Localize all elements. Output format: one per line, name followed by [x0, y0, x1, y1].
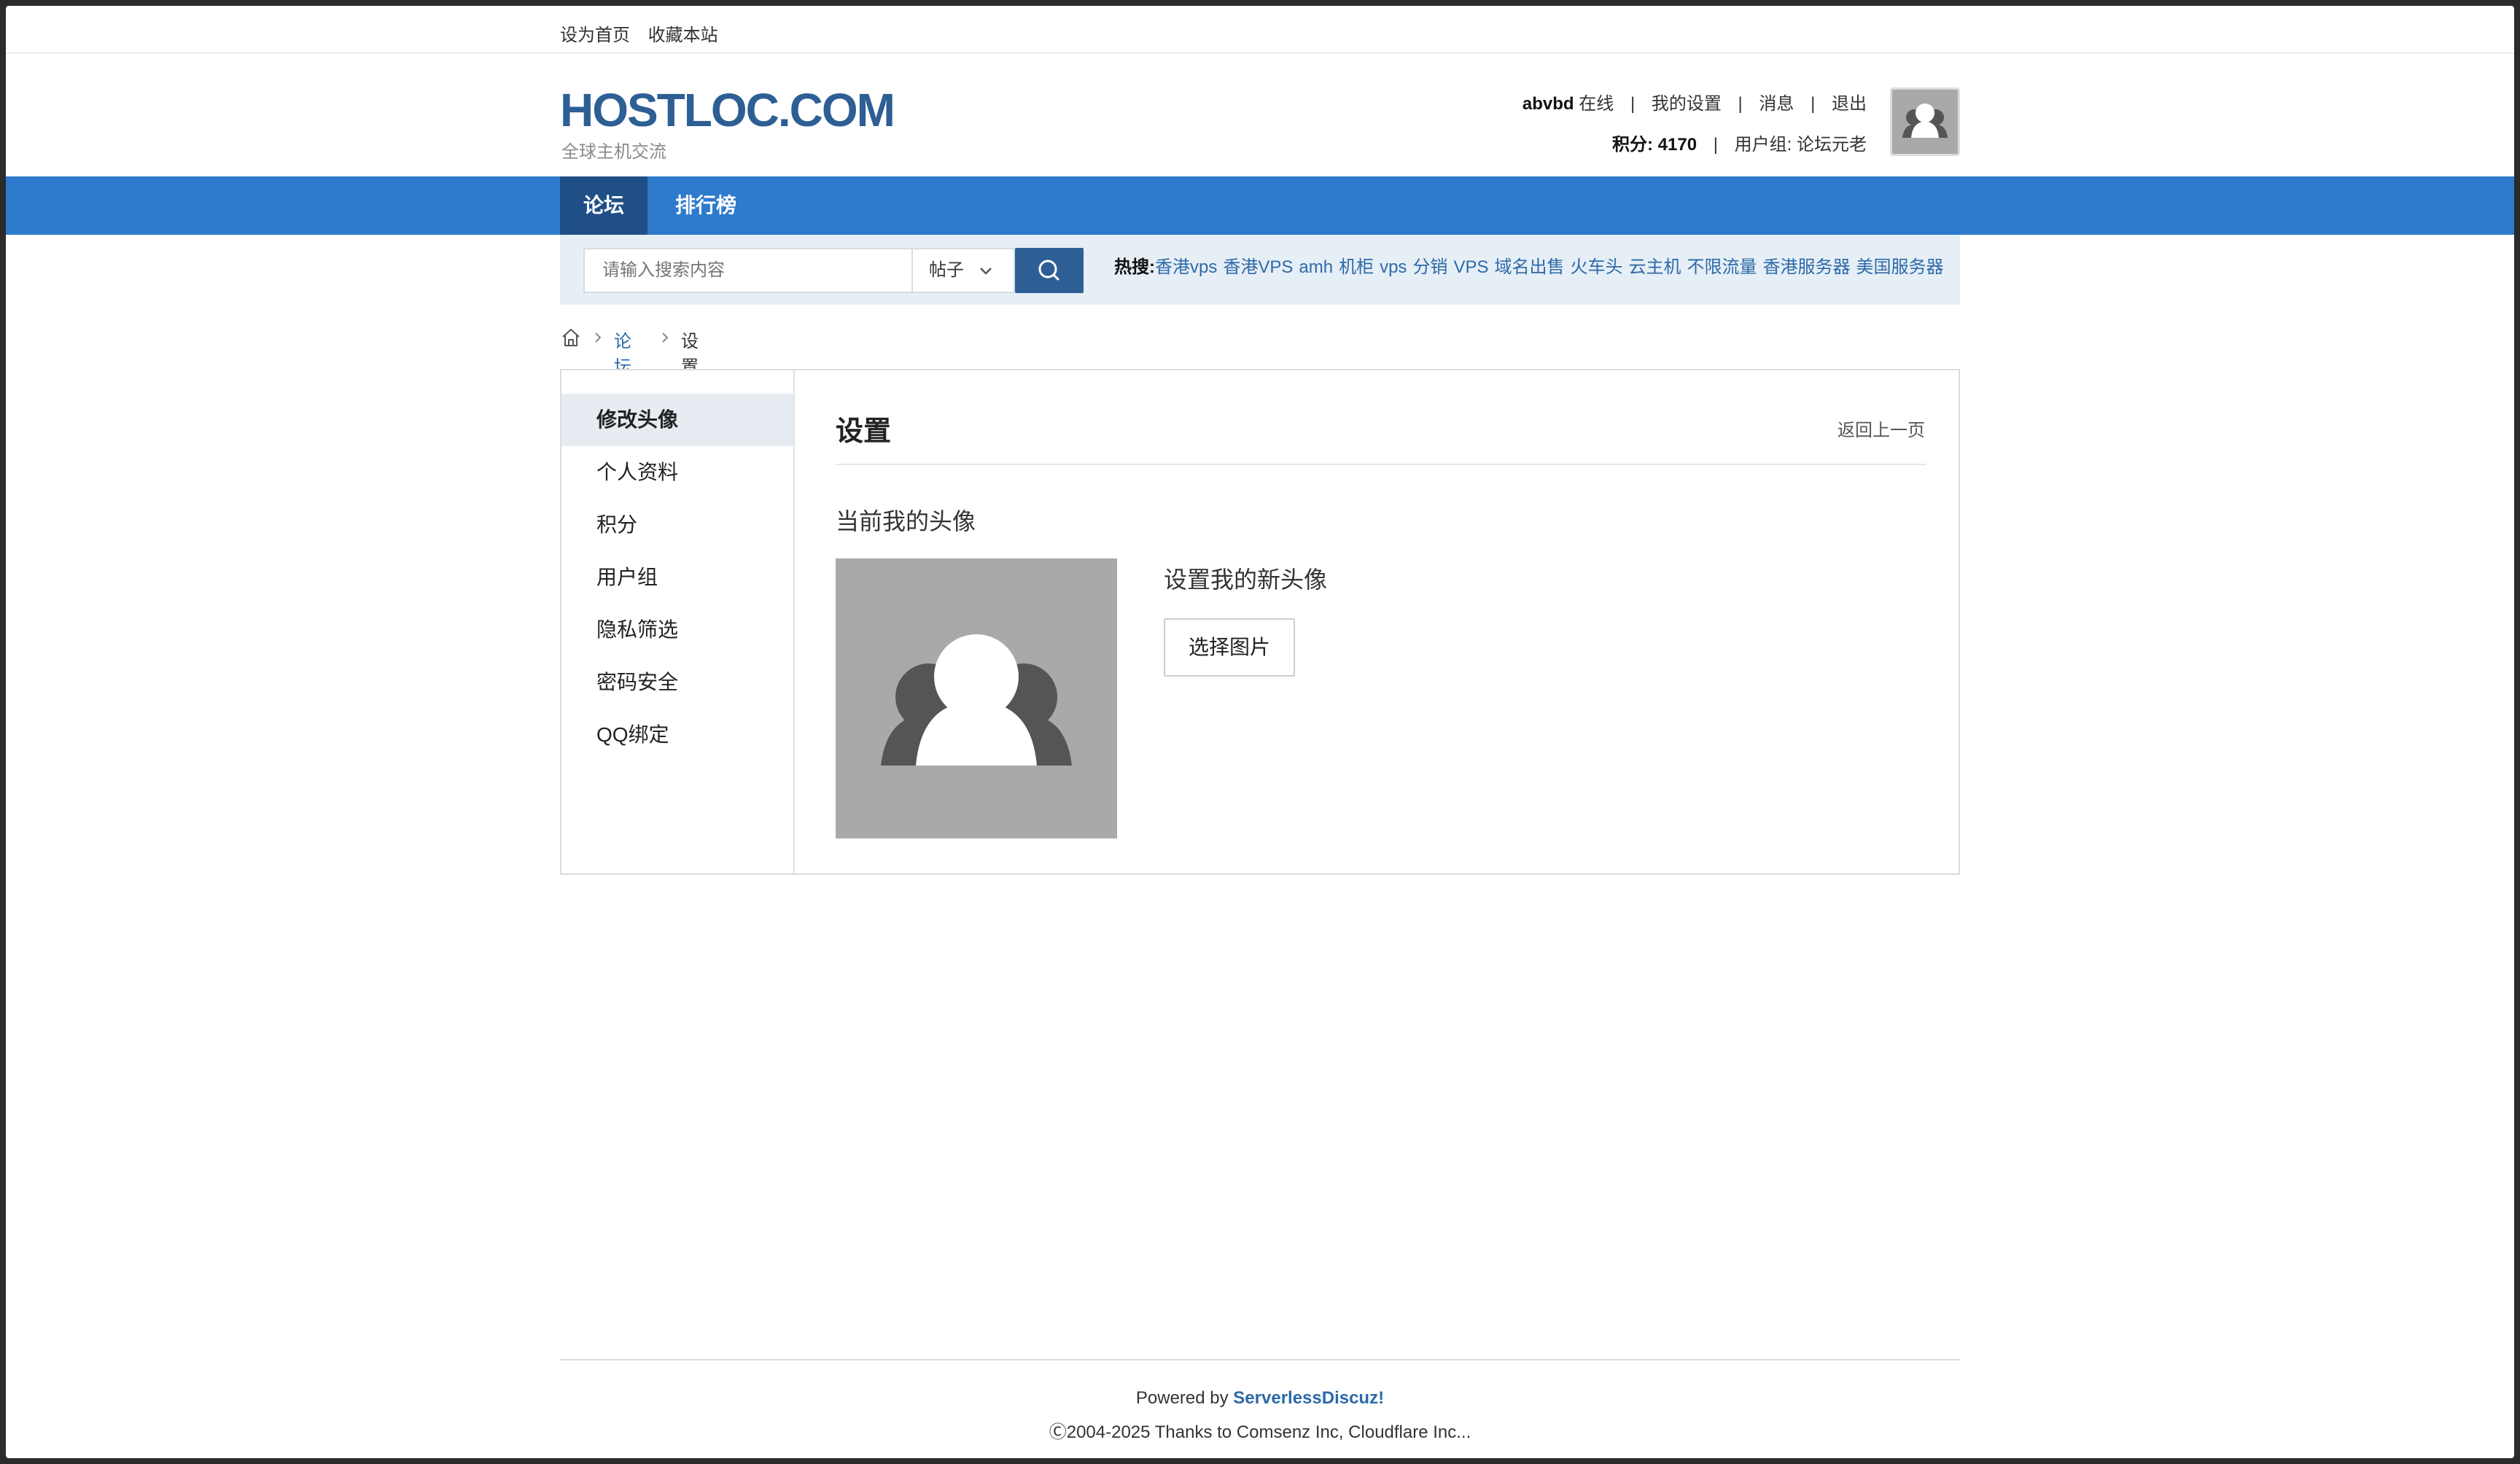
messages-link[interactable]: 消息 [1759, 94, 1794, 114]
set-home-link[interactable]: 设为首页 [560, 26, 630, 45]
user-stats: 积分: 4170 | 用户组: 论坛元老 [1612, 130, 1867, 155]
sidebar-item-profile[interactable]: 个人资料 [561, 446, 793, 499]
current-avatar-image [836, 558, 1117, 838]
search-button[interactable] [1015, 248, 1084, 293]
site-header: HOSTLOC.COM 全球主机交流 abvbd 在线 | 我的设置 | 消息 … [6, 55, 2514, 175]
separator: | [1630, 94, 1636, 114]
hot-search-label: 热搜: [1114, 257, 1155, 277]
user-avatar-icon [881, 634, 1072, 766]
hot-word[interactable]: 香港vps [1155, 257, 1217, 277]
separator: | [1738, 94, 1743, 114]
powered-prefix: Powered by [1135, 1388, 1234, 1408]
divider [836, 464, 1926, 465]
nav-item-forum[interactable]: 论坛 [560, 176, 648, 235]
hot-word[interactable]: 云主机 [1628, 257, 1681, 277]
back-link[interactable]: 返回上一页 [1838, 416, 1925, 441]
hot-word[interactable]: 不限流量 [1687, 257, 1757, 277]
search-bar: 帖子 热搜:香港vps 香港VPS amh 机柜 vps分销 VPS 域名出售火车头云主机不… [560, 235, 1960, 305]
usergroup-info[interactable]: 用户组: 论坛元老 [1735, 135, 1867, 155]
search-input[interactable] [583, 248, 911, 293]
site-logo[interactable]: HOSTLOC.COM [560, 83, 895, 137]
hot-word[interactable]: 机柜 [1339, 257, 1374, 277]
main-nav: 论坛 排行榜 [6, 176, 2514, 235]
hot-word[interactable]: 火车头 [1570, 257, 1622, 277]
points-info[interactable]: 积分: 4170 [1612, 135, 1697, 155]
footer-copyright: Ⓒ2004-2025 Thanks to Comsenz Inc, Cloudf… [1049, 1422, 1471, 1442]
hot-word[interactable]: 香港VPS [1223, 257, 1293, 277]
user-avatar-icon [1902, 104, 1948, 138]
sidebar-item-password[interactable]: 密码安全 [561, 656, 793, 709]
footer-powered: Powered by ServerlessDiscuz! [6, 1388, 2514, 1409]
search-type-select[interactable]: 帖子 [911, 248, 1015, 293]
site-slogan: 全球主机交流 [561, 142, 666, 162]
bookmark-link[interactable]: 收藏本站 [648, 26, 718, 45]
logout-link[interactable]: 退出 [1832, 94, 1867, 114]
hot-word[interactable]: 分销 [1412, 257, 1447, 277]
hot-word[interactable]: 域名出售 [1494, 257, 1564, 277]
chevron-right-icon [662, 332, 669, 343]
separator: | [1713, 135, 1718, 155]
sidebar-item-usergroup[interactable]: 用户组 [561, 551, 793, 604]
top-bar: 设为首页 收藏本站 [6, 6, 2514, 54]
user-links: abvbd 在线 | 我的设置 | 消息 | 退出 [1522, 89, 1867, 114]
sidebar-item-qq[interactable]: QQ绑定 [561, 709, 793, 761]
online-status: 在线 [1579, 94, 1614, 114]
new-avatar-label: 设置我的新头像 [1164, 566, 1328, 593]
hot-word[interactable]: amh [1299, 257, 1333, 277]
hot-word[interactable]: VPS [1453, 257, 1488, 277]
current-avatar-label: 当前我的头像 [836, 508, 976, 534]
browser-viewport: 设为首页 收藏本站 HOSTLOC.COM 全球主机交流 abvbd 在线 | … [6, 6, 2514, 1458]
avatar[interactable] [1890, 87, 1960, 156]
separator: | [1811, 94, 1816, 114]
choose-image-button[interactable]: 选择图片 [1164, 618, 1295, 677]
username-link[interactable]: abvbd [1522, 94, 1574, 114]
page-title: 设置 [836, 416, 892, 447]
hot-word[interactable]: 美国服务器 [1856, 257, 1943, 277]
powered-link[interactable]: ServerlessDiscuz! [1233, 1388, 1384, 1408]
home-icon[interactable] [560, 327, 582, 349]
settings-panel: 修改头像 个人资料 积分 用户组 隐私筛选 密码安全 QQ绑定 设置 返回上一页… [560, 369, 1960, 875]
chevron-right-icon [595, 332, 602, 343]
nav-item-ranking[interactable]: 排行榜 [648, 176, 764, 235]
chevron-down-icon [980, 268, 992, 275]
sidebar-item-points[interactable]: 积分 [561, 499, 793, 551]
sidebar-item-privacy[interactable]: 隐私筛选 [561, 604, 793, 656]
hot-word[interactable]: vps [1380, 257, 1407, 277]
search-type-value: 帖子 [929, 260, 964, 280]
settings-sidebar: 修改头像 个人资料 积分 用户组 隐私筛选 密码安全 QQ绑定 [561, 370, 795, 873]
sidebar-item-avatar[interactable]: 修改头像 [561, 394, 793, 446]
hot-word[interactable]: 香港服务器 [1762, 257, 1850, 277]
footer-divider [560, 1359, 1960, 1360]
hot-search: 热搜:香港vps 香港VPS amh 机柜 vps 分销 VPS 域名出售 火车头 云主机 不限流量… [1114, 252, 1949, 278]
search-icon [1038, 260, 1059, 281]
my-settings-link[interactable]: 我的设置 [1652, 94, 1722, 114]
